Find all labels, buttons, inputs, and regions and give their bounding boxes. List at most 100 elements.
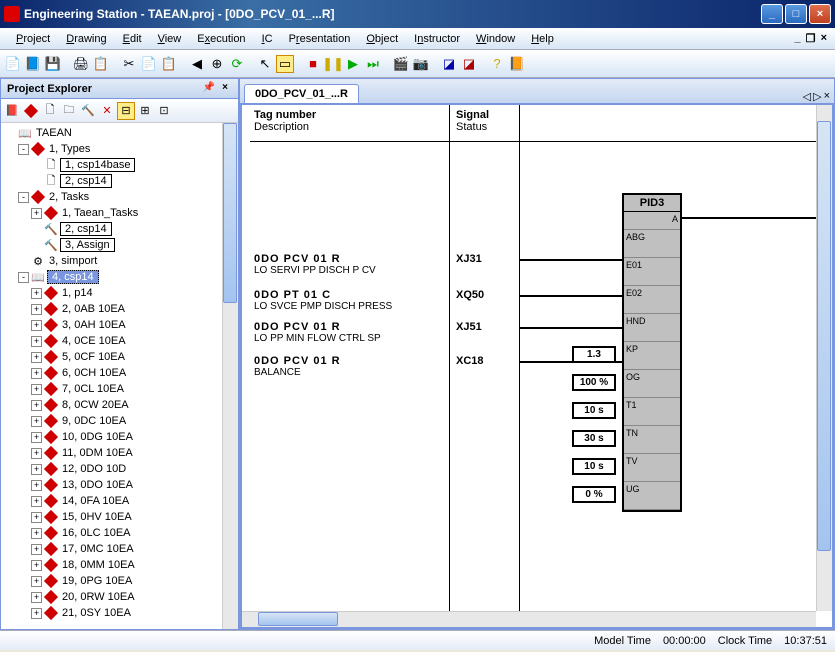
tree-item[interactable]: 1, csp14base [60,158,135,172]
tree-expander[interactable]: + [31,576,42,587]
pid-value[interactable]: 10 s [572,458,616,475]
tree-expander[interactable]: + [31,352,42,363]
tree-item[interactable]: 6, 0CH 10EA [60,367,128,379]
tree-expander[interactable]: + [31,416,42,427]
menu-window[interactable]: Window [468,31,523,47]
tb-cursor-icon[interactable]: ↖ [256,55,274,73]
menu-presentation[interactable]: Presentation [281,31,359,47]
tb-fwd-icon[interactable]: ⊕ [208,55,226,73]
tree-item[interactable]: 14, 0FA 10EA [60,495,131,507]
tb-snapshot-icon[interactable]: 📷 [412,55,430,73]
tree-expander[interactable]: + [31,464,42,475]
minimize-button[interactable]: _ [761,4,783,24]
tree-item[interactable]: 16, 0LC 10EA [60,527,133,539]
tab-active[interactable]: 0DO_PCV_01_...R [244,84,359,103]
panel-close-icon[interactable]: × [218,82,232,96]
tb-about-icon[interactable]: 📙 [508,55,526,73]
tree-expander[interactable]: + [31,608,42,619]
tree-item[interactable]: 3, simport [47,255,99,267]
tree-item[interactable]: 13, 0DO 10EA [60,479,135,491]
menu-help[interactable]: Help [523,31,562,47]
tree-expander[interactable]: + [31,432,42,443]
tree-expander[interactable]: + [31,384,42,395]
tree-item[interactable]: 12, 0DO 10D [60,463,128,475]
tb-play-icon[interactable]: ▶ [344,55,362,73]
tb-step-icon[interactable]: ⏭ [364,55,382,73]
tree-expander[interactable]: + [31,496,42,507]
pe-delete-icon[interactable]: ✕ [98,102,116,120]
tb-cut-icon[interactable]: ✂ [120,55,138,73]
tree-expander[interactable]: + [31,544,42,555]
tree-item[interactable]: 21, 0SY 10EA [60,607,133,619]
pe-tree2-icon[interactable]: ⊞ [136,102,154,120]
menu-object[interactable]: Object [358,31,406,47]
menu-edit[interactable]: Edit [115,31,150,47]
project-tree[interactable]: 📖TAEAN-1, Types🗋1, csp14base🗋2, csp14-2,… [1,123,238,629]
maximize-button[interactable]: □ [785,4,807,24]
tb-paste-icon[interactable]: 📋 [160,55,178,73]
close-button[interactable]: × [809,4,831,24]
menu-execution[interactable]: Execution [189,31,253,47]
tree-item[interactable]: 2, csp14 [60,222,112,236]
tb-save-icon[interactable]: 💾 [44,55,62,73]
pid-block[interactable]: PID3AABGE01E02HND1.3KP100 %OG10 sT130 sT… [622,193,682,512]
tab-next-icon[interactable]: ▷ [813,90,821,103]
menu-project[interactable]: Project [8,31,58,47]
tb-pause-icon[interactable]: ❚❚ [324,55,342,73]
tree-expander[interactable]: + [31,592,42,603]
tree-expander[interactable]: + [31,448,42,459]
tree-item[interactable]: TAEAN [34,127,74,139]
tree-expander[interactable]: + [31,368,42,379]
tree-scrollbar[interactable] [222,123,238,629]
tb-copy-icon[interactable]: 📄 [140,55,158,73]
tree-item[interactable]: 19, 0PG 10EA [60,575,134,587]
pe-tree3-icon[interactable]: ⊡ [155,102,173,120]
tree-expander[interactable]: - [18,192,29,203]
tree-item[interactable]: 1, Taean_Tasks [60,207,140,219]
tree-item[interactable]: 9, 0DC 10EA [60,415,128,427]
tree-item[interactable]: 1, p14 [60,287,95,299]
tree-item[interactable]: 7, 0CL 10EA [60,383,126,395]
tree-item[interactable]: 2, 0AB 10EA [60,303,127,315]
tb-stop-icon[interactable]: ■ [304,55,322,73]
tree-expander[interactable]: + [31,304,42,315]
tree-item[interactable]: 10, 0DG 10EA [60,431,135,443]
tb-flag2-icon[interactable]: ◪ [460,55,478,73]
tree-item[interactable]: 15, 0HV 10EA [60,511,134,523]
tb-open-icon[interactable]: 📘 [24,55,42,73]
tb-camera-icon[interactable]: 🎬 [392,55,410,73]
mdi-close[interactable]: × [821,32,827,45]
doc-vscrollbar[interactable] [816,105,832,611]
tree-item[interactable]: 18, 0MM 10EA [60,559,137,571]
tree-expander[interactable]: + [31,480,42,491]
tree-item[interactable]: 1, Types [47,143,92,155]
pid-value[interactable]: 10 s [572,402,616,419]
tree-expander[interactable]: + [31,336,42,347]
tree-expander[interactable]: - [18,272,29,283]
tree-item[interactable]: 11, 0DM 10EA [60,447,135,459]
menu-drawing[interactable]: Drawing [58,31,114,47]
pin-icon[interactable]: 📌 [202,82,216,96]
pe-folder-icon[interactable]: 🗀 [60,102,78,120]
tb-new-icon[interactable]: 📄 [4,55,22,73]
mdi-restore[interactable]: ❐ [803,32,819,45]
tree-item[interactable]: 20, 0RW 10EA [60,591,137,603]
tree-item[interactable]: 3, 0AH 10EA [60,319,128,331]
menu-instructor[interactable]: Instructor [406,31,468,47]
tree-expander[interactable]: + [31,560,42,571]
tree-item[interactable]: 4, csp14 [47,270,99,284]
tree-expander[interactable]: + [31,512,42,523]
menu-view[interactable]: View [150,31,190,47]
tb-help-icon[interactable]: ? [488,55,506,73]
pid-value[interactable]: 1.3 [572,346,616,363]
pe-hammer-icon[interactable]: 🔨 [79,102,97,120]
diagram-canvas[interactable]: Tag numberDescriptionSignalStatus0DO PCV… [242,105,832,627]
tree-item[interactable]: 5, 0CF 10EA [60,351,127,363]
tree-item[interactable]: 17, 0MC 10EA [60,543,136,555]
pid-value[interactable]: 100 % [572,374,616,391]
mdi-minimize[interactable]: _ [794,32,800,45]
tree-item[interactable]: 4, 0CE 10EA [60,335,128,347]
pid-value[interactable]: 30 s [572,430,616,447]
tb-print-icon[interactable]: 🖨 [72,55,90,73]
tree-expander[interactable]: + [31,400,42,411]
